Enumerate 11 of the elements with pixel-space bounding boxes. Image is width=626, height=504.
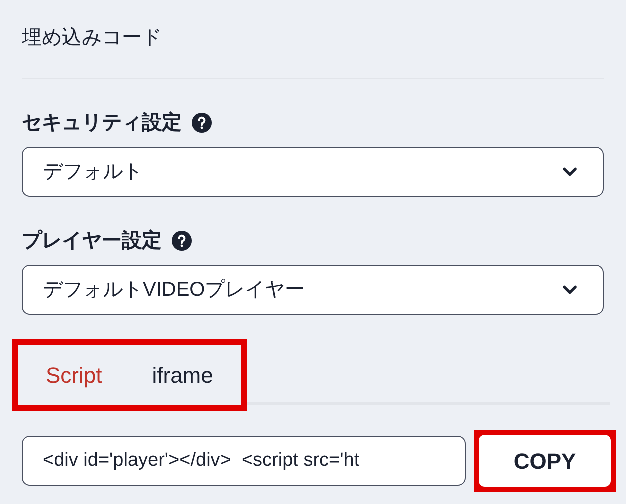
help-icon[interactable] <box>172 231 192 251</box>
embed-code-field[interactable]: <div id='player'></div> <script src='ht <box>22 436 466 486</box>
dropdown-select[interactable]: デフォルト <box>22 147 604 197</box>
setting-label: プレイヤー設定 <box>22 228 162 254</box>
tab[interactable]: Script <box>46 358 102 392</box>
tab[interactable]: iframe <box>152 358 214 392</box>
copy-button[interactable]: COPY <box>479 435 611 487</box>
help-icon[interactable] <box>192 113 212 133</box>
dropdown-select[interactable]: デフォルトVIDEOプレイヤー <box>22 265 604 315</box>
section-title: 埋め込みコード <box>22 26 163 51</box>
setting-label: セキュリティ設定 <box>22 110 182 136</box>
